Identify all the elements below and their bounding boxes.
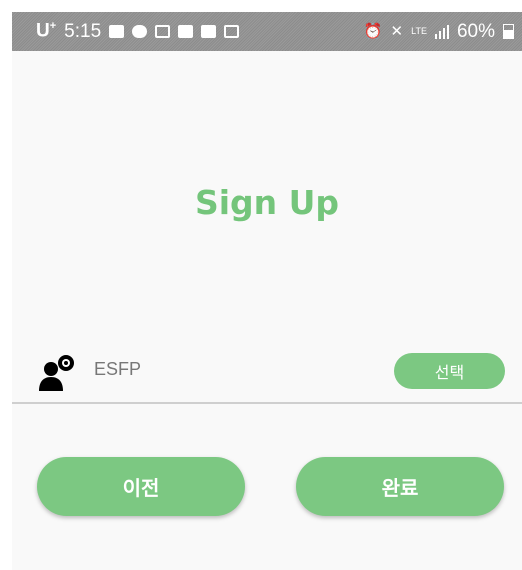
carrier-label: U+ [36, 20, 57, 42]
gallery-icon [201, 25, 217, 38]
battery-percent: 60% [456, 20, 495, 42]
status-right: ⏰ ✕ LTE 60% [364, 12, 514, 51]
select-button[interactable]: 선택 [394, 353, 505, 389]
lte-icon: LTE [411, 26, 427, 36]
field-underline [12, 402, 522, 404]
card-icon [155, 25, 171, 38]
mute-icon: ✕ [390, 23, 404, 40]
user-icon [39, 355, 74, 391]
mbti-row: ESFP 선택 [12, 347, 522, 403]
app-screen: U+ 5:15 ⏰ ✕ LTE 60% Sign Up ESFP 선택 이전 완… [12, 12, 522, 570]
done-button[interactable]: 완료 [296, 457, 504, 516]
signal-icon [434, 24, 449, 39]
battery-icon [503, 24, 514, 39]
mbti-value: ESFP [94, 359, 142, 379]
wifi-call-icon [224, 25, 240, 38]
page-title: Sign Up [194, 183, 340, 222]
status-left: U+ 5:15 [36, 12, 240, 51]
status-bar: U+ 5:15 ⏰ ✕ LTE 60% [12, 12, 522, 51]
chat-bubble-icon [132, 25, 148, 38]
alarm-icon: ⏰ [363, 23, 383, 40]
prev-button[interactable]: 이전 [37, 457, 245, 516]
message-icon [109, 25, 125, 38]
photo-icon [178, 25, 194, 38]
status-time: 5:15 [64, 20, 102, 42]
